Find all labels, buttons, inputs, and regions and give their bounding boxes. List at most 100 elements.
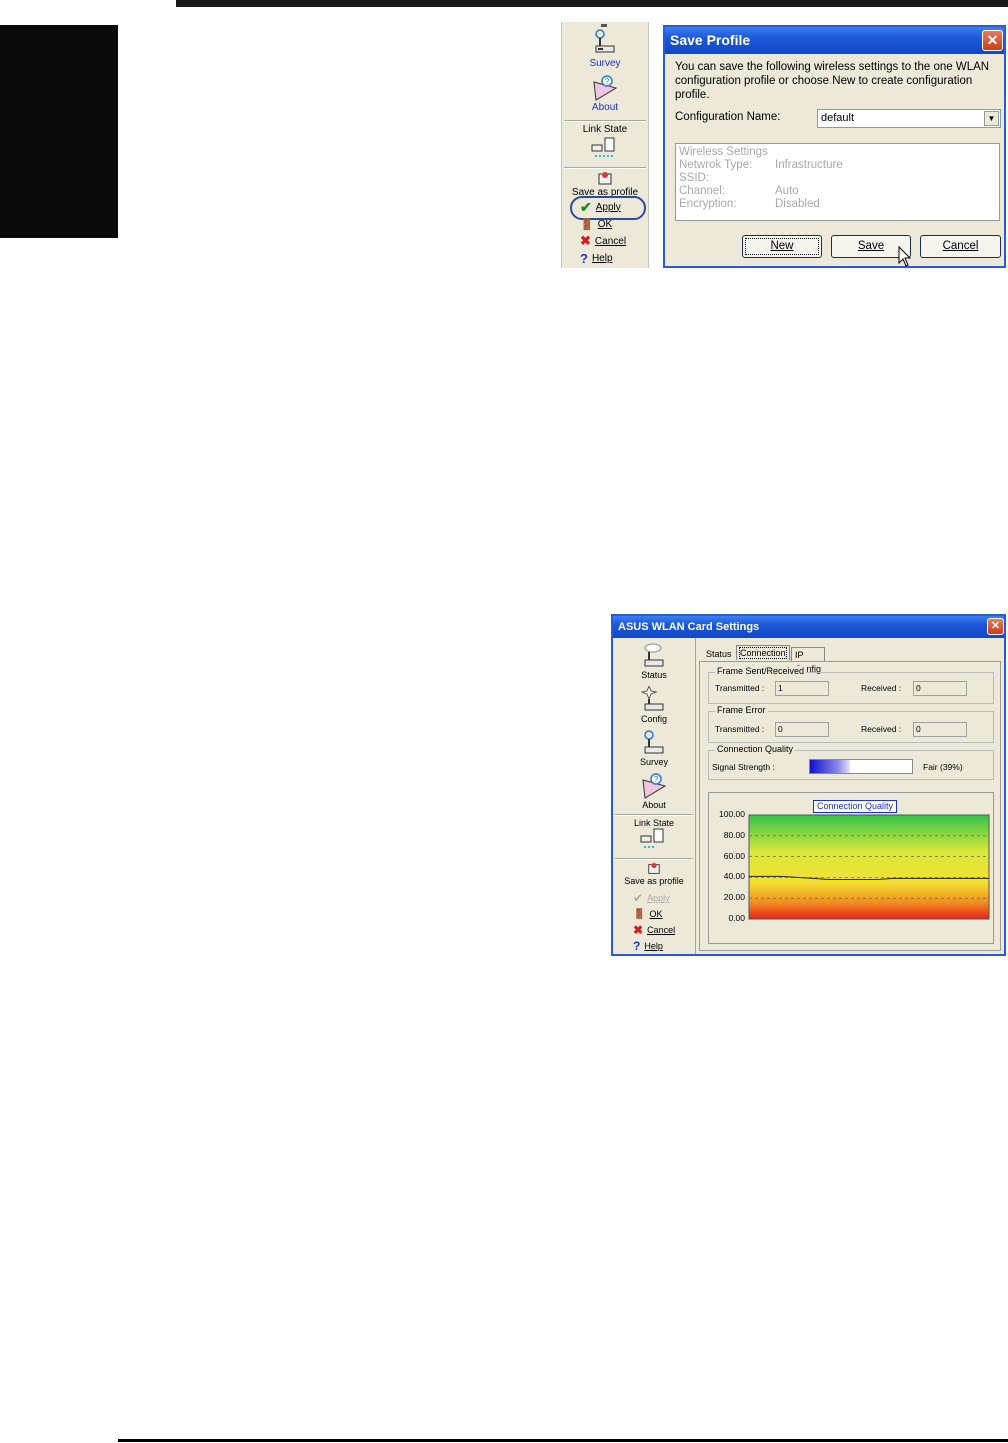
footer-rule	[118, 1439, 1008, 1442]
config-name-combobox[interactable]: default ▼	[817, 109, 1001, 128]
link-state-panel: Link State	[562, 124, 648, 159]
transmitted-label: Transmitted :	[715, 724, 765, 734]
ok-button[interactable]: 🚪 OK	[580, 216, 612, 232]
checkmark-icon: ✔	[580, 198, 592, 215]
save-as-profile-tool[interactable]: Save as profile	[613, 862, 695, 886]
dialog-title-bar[interactable]: Save Profile	[665, 27, 1004, 54]
about-icon: ?	[593, 75, 618, 101]
signal-strength-bar	[809, 759, 913, 774]
transmitted-field: 1	[775, 681, 829, 696]
survey-icon	[644, 730, 664, 754]
apply-label: Apply	[647, 893, 670, 903]
settings-row: SSID:	[679, 172, 996, 185]
help-button[interactable]: ? Help	[580, 250, 613, 266]
new-button[interactable]: New	[742, 235, 822, 258]
status-icon	[644, 643, 664, 667]
config-label: Config	[640, 714, 667, 724]
apply-label: Apply	[595, 201, 621, 213]
link-state-icon	[591, 137, 615, 157]
status-label: Status	[641, 670, 667, 680]
settings-row-label: SSID:	[679, 172, 710, 184]
survey-tool[interactable]: Survey	[562, 24, 648, 69]
settings-row-value: Infrastructure	[775, 159, 843, 171]
window-close-button[interactable]: ✕	[987, 618, 1004, 635]
about-label: About	[642, 800, 666, 810]
help-label: Help	[591, 252, 613, 264]
wlan-toolbar: Status Config Survey ? About Link State …	[613, 638, 696, 954]
wireless-settings-summary: Wireless Settings Netwrok Type: Infrastr…	[675, 143, 1000, 221]
link-state-icon	[640, 828, 664, 848]
ok-label: OK	[649, 909, 663, 919]
config-name-label: Configuration Name:	[675, 111, 781, 123]
ok-button[interactable]: 🚪 OK	[633, 906, 662, 922]
survey-label: Survey	[639, 757, 668, 767]
settings-row-label: Encryption:	[679, 198, 737, 210]
help-button[interactable]: ? Help	[633, 938, 663, 954]
connection-quality-group: Connection Quality Signal Strength : Fai…	[708, 744, 994, 780]
status-tool[interactable]: Status	[613, 642, 695, 680]
save-profile-icon	[648, 862, 660, 874]
transmitted-label: Transmitted :	[715, 683, 765, 693]
connection-quality-chart: Connection Quality 100.00 80.00 60.00 40.00…	[708, 792, 994, 944]
group-label: Frame Sent/Received	[715, 666, 807, 676]
transmitted-field: 0	[775, 722, 829, 737]
cancel-button[interactable]: ✖ Cancel	[580, 233, 626, 249]
dialog-title: Save Profile	[670, 32, 751, 48]
save-profile-icon	[598, 172, 612, 185]
checkmark-icon: ✔	[633, 891, 644, 905]
svg-text:?: ?	[654, 775, 659, 784]
cancel-button[interactable]: ✖ Cancel	[633, 922, 675, 938]
save-profile-dialog: Save Profile ✕ You can save the followin…	[663, 25, 1006, 268]
received-label: Received :	[861, 724, 902, 734]
exit-door-icon: 🚪	[580, 218, 594, 231]
apply-button[interactable]: ✔ Apply	[580, 199, 621, 215]
config-tool[interactable]: Config	[613, 686, 695, 724]
ok-label: OK	[597, 218, 613, 230]
chapter-tab	[0, 25, 118, 238]
frame-sent-received-group: Frame Sent/Received Transmitted : 1 Rece…	[708, 666, 994, 704]
survey-label: Survey	[589, 58, 621, 69]
cancel-dialog-button[interactable]: Cancel	[920, 235, 1001, 258]
link-state-label: Link State	[582, 124, 628, 135]
tab-connection-label: Connection	[739, 647, 787, 659]
utility-toolbar: Survey ? About Link State Save as profil…	[561, 22, 649, 268]
signal-strength-fill	[810, 760, 850, 773]
settings-row-value: Auto	[775, 185, 799, 197]
tab-status[interactable]: Status	[703, 647, 735, 661]
connection-pane: Frame Sent/Received Transmitted : 1 Rece…	[699, 661, 1001, 951]
cancel-dialog-label: Cancel	[942, 240, 979, 252]
help-label: Help	[644, 941, 663, 951]
tab-ip-config[interactable]: IP Config	[791, 647, 826, 674]
close-button[interactable]: ✕	[982, 30, 1003, 51]
window-title-bar[interactable]: ASUS WLAN Card Settings	[613, 616, 1004, 638]
received-label: Received :	[861, 683, 902, 693]
chart-plot	[748, 814, 990, 920]
frame-error-group: Frame Error Transmitted : 0 Received : 0	[708, 705, 994, 743]
window-title: ASUS WLAN Card Settings	[618, 621, 760, 633]
survey-tool[interactable]: Survey	[613, 729, 695, 767]
cancel-label: Cancel	[647, 925, 676, 935]
save-as-profile-tool[interactable]: Save as profile	[562, 171, 648, 198]
survey-icon	[595, 24, 615, 53]
settings-row: Netwrok Type: Infrastructure	[679, 159, 996, 172]
help-question-icon: ?	[633, 939, 641, 953]
group-label: Frame Error	[715, 705, 768, 715]
wlan-settings-window: ASUS WLAN Card Settings ✕ Status Config	[611, 614, 1006, 956]
save-button-label: Save	[857, 240, 885, 252]
new-button-label: New	[770, 240, 794, 252]
about-tool[interactable]: ? About	[613, 772, 695, 810]
settings-row-label: Channel:	[679, 185, 726, 197]
about-tool[interactable]: ? About	[562, 74, 648, 113]
group-label: Connection Quality	[715, 744, 796, 754]
exit-door-icon: 🚪	[633, 908, 646, 920]
apply-button[interactable]: ✔ Apply	[633, 890, 670, 906]
toolbar-divider	[564, 167, 646, 169]
settings-row-label: Netwrok Type:	[679, 159, 753, 171]
close-icon: ✕	[990, 620, 1001, 632]
cancel-x-icon: ✖	[633, 923, 644, 937]
settings-heading: Wireless Settings	[679, 146, 768, 158]
settings-row: Encryption: Disabled	[679, 198, 996, 211]
tab-connection[interactable]: Connection	[736, 645, 790, 660]
mouse-pointer-icon	[898, 246, 912, 267]
dropdown-arrow-icon[interactable]: ▼	[984, 111, 999, 126]
